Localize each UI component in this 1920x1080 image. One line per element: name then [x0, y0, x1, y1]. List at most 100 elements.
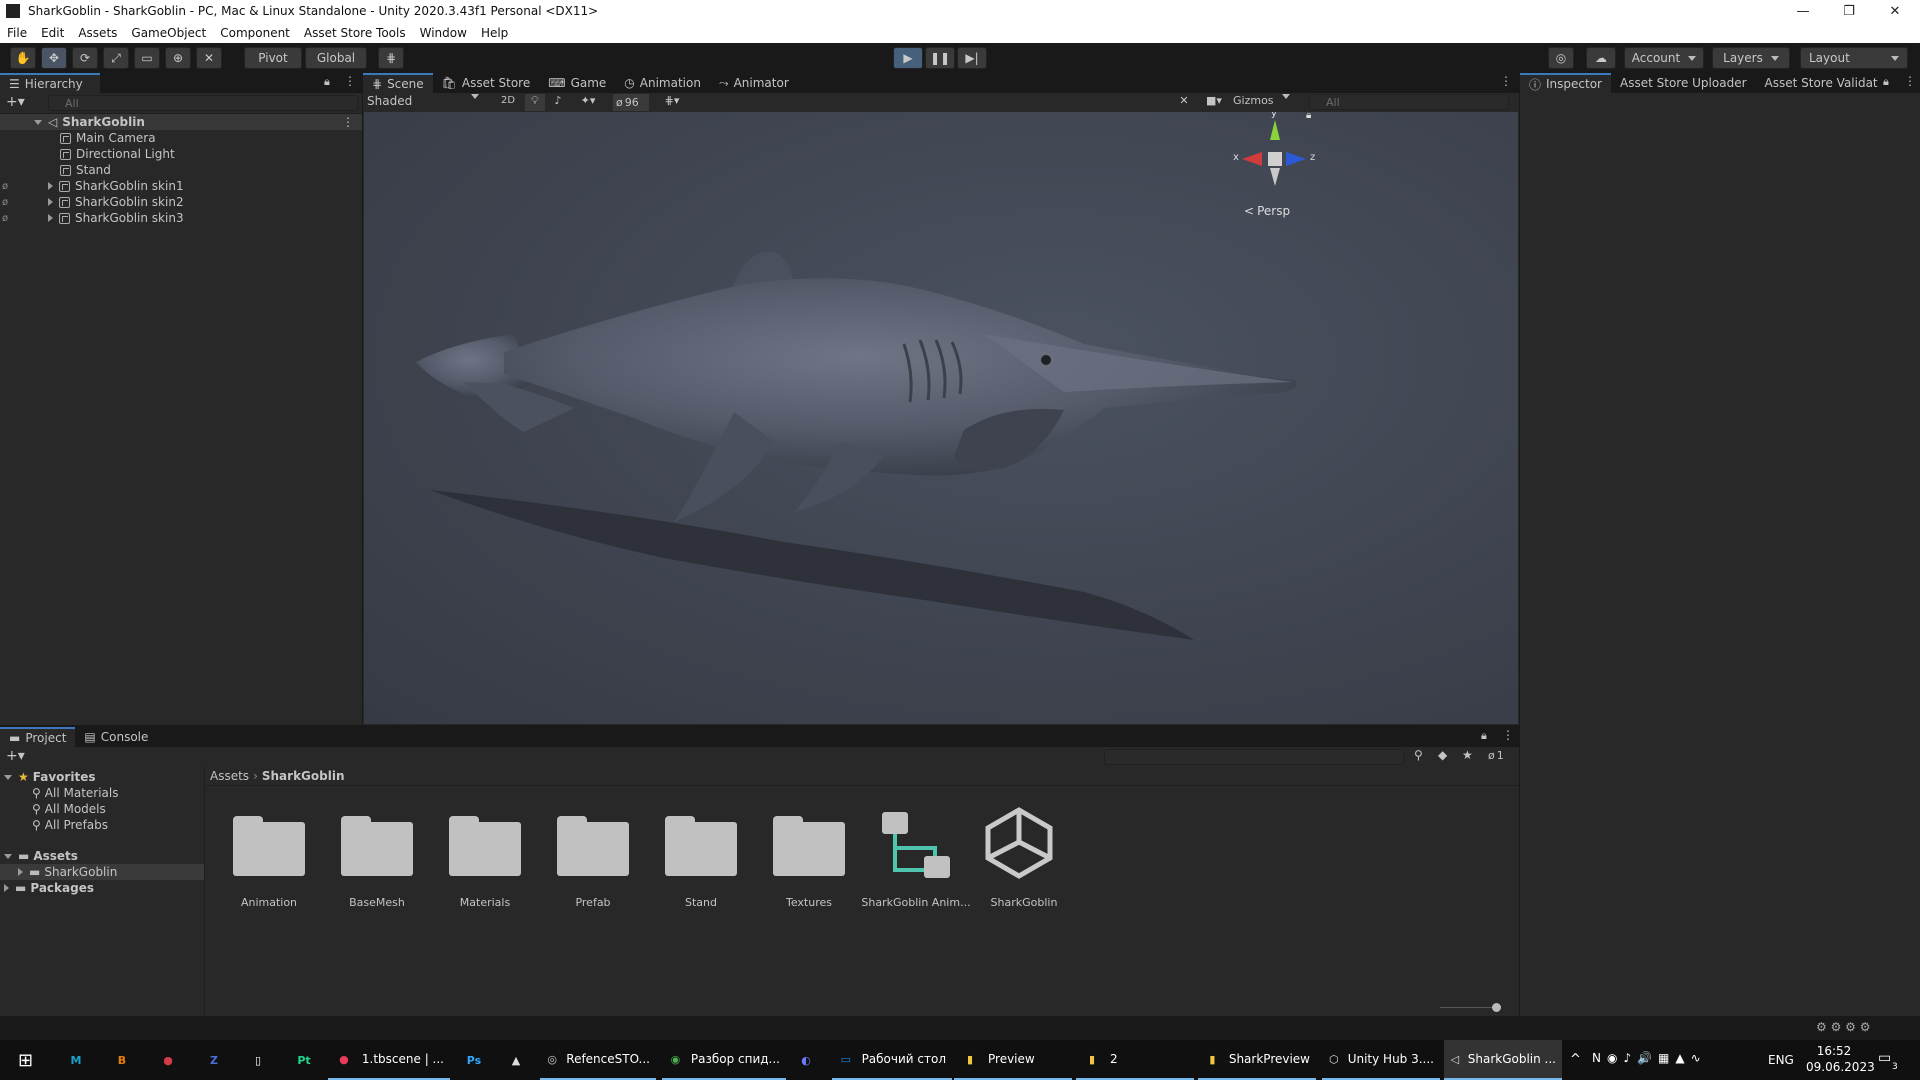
- persp-toggle[interactable]: < Persp: [1244, 204, 1290, 218]
- tab-project[interactable]: ▬ Project: [0, 727, 76, 747]
- lock-icon[interactable]: 🔒︎: [1883, 75, 1889, 89]
- taskbar-app[interactable]: Pt: [288, 1040, 322, 1080]
- taskbar-app[interactable]: ◎ RefenceSTO...: [540, 1040, 656, 1080]
- close-icon[interactable]: ✕: [1872, 0, 1918, 22]
- folder-icon[interactable]: [341, 816, 413, 876]
- folder-icon[interactable]: [773, 816, 845, 876]
- camera-dropdown-icon[interactable]: ■▾: [1199, 94, 1229, 107]
- scale-tool-icon[interactable]: ⤢: [103, 47, 129, 69]
- hierarchy-item[interactable]: ø SharkGoblin skin2: [0, 194, 184, 210]
- breadcrumb-assets[interactable]: Assets: [210, 769, 249, 783]
- layers-dropdown[interactable]: Layers: [1712, 47, 1790, 69]
- asset-label[interactable]: Textures: [754, 896, 864, 909]
- custom-tool-icon[interactable]: ✕: [196, 47, 222, 69]
- clock[interactable]: 16:52 09.06.2023: [1806, 1043, 1875, 1075]
- menu-help[interactable]: Help: [474, 26, 515, 40]
- expand-arrow-icon[interactable]: [48, 198, 53, 206]
- taskbar-app[interactable]: ▮ SharkPreview: [1198, 1040, 1316, 1080]
- asset-label[interactable]: SharkGoblin Anim...: [861, 896, 971, 909]
- taskbar-app[interactable]: B: [106, 1040, 140, 1080]
- visibility-hidden-icon[interactable]: ø: [0, 181, 48, 192]
- taskbar-app[interactable]: ⬡ Unity Hub 3....: [1322, 1040, 1440, 1080]
- more-menu-icon[interactable]: ⋮: [1500, 74, 1512, 88]
- add-object-button[interactable]: +▾: [6, 94, 25, 110]
- favorites-node[interactable]: ★ Favorites: [0, 769, 95, 785]
- notification-icon[interactable]: ▭: [1878, 1050, 1891, 1066]
- hand-tool-icon[interactable]: ✋: [10, 47, 36, 69]
- tab-asset-store-validator[interactable]: Asset Store Validat: [1756, 73, 1887, 93]
- hierarchy-item[interactable]: Stand: [0, 162, 111, 178]
- hierarchy-item[interactable]: Directional Light: [0, 146, 175, 162]
- layout-dropdown[interactable]: Layout: [1800, 47, 1908, 69]
- tray-chevron-icon[interactable]: ^: [1570, 1052, 1581, 1067]
- gizmo-lock-icon[interactable]: 🔒︎: [1306, 112, 1311, 121]
- global-toggle[interactable]: Global: [305, 47, 367, 69]
- animator-controller-icon[interactable]: [880, 810, 952, 882]
- hierarchy-search-input[interactable]: All: [48, 95, 358, 111]
- folder-icon[interactable]: [449, 816, 521, 876]
- favorite-item[interactable]: ⚲ All Models: [0, 801, 106, 817]
- expand-arrow-icon[interactable]: [4, 774, 12, 780]
- favorite-star-icon[interactable]: ★: [1462, 748, 1473, 762]
- account-dropdown[interactable]: Account: [1624, 47, 1704, 69]
- orientation-gizmo[interactable]: y x z 🔒︎: [1230, 112, 1320, 212]
- expand-arrow-icon[interactable]: [48, 182, 53, 190]
- menu-edit[interactable]: Edit: [34, 26, 71, 40]
- expand-arrow-icon[interactable]: [4, 884, 9, 892]
- taskbar-app[interactable]: ◐: [790, 1040, 824, 1080]
- audio-toggle-icon[interactable]: ♪: [549, 94, 567, 107]
- shading-dropdown[interactable]: Shaded: [367, 94, 483, 111]
- taskbar-app[interactable]: Z: [198, 1040, 232, 1080]
- lighting-toggle-icon[interactable]: 💡︎: [525, 94, 545, 111]
- tab-asset-store-uploader[interactable]: Asset Store Uploader: [1611, 73, 1756, 93]
- move-tool-icon[interactable]: ✥: [41, 47, 67, 69]
- folder-icon[interactable]: [557, 816, 629, 876]
- pause-button[interactable]: ❚❚: [925, 47, 955, 69]
- taskbar-app[interactable]: M: [60, 1040, 94, 1080]
- cloud-icon[interactable]: ☁: [1586, 47, 1616, 69]
- gizmos-dropdown[interactable]: Gizmos: [1233, 94, 1299, 107]
- tab-console[interactable]: ▤ Console: [75, 727, 157, 747]
- favorite-item[interactable]: ⚲ All Materials: [0, 785, 119, 801]
- filter-label-icon[interactable]: ◆: [1438, 748, 1447, 762]
- start-button[interactable]: ⊞: [12, 1040, 39, 1080]
- taskbar-app[interactable]: ▲: [500, 1040, 534, 1080]
- tab-animation[interactable]: ◷ Animation: [615, 73, 710, 93]
- hidden-packages-toggle[interactable]: ø1: [1488, 749, 1504, 762]
- breadcrumb-sharkgoblin[interactable]: SharkGoblin: [262, 769, 345, 783]
- menu-window[interactable]: Window: [413, 26, 474, 40]
- zoom-slider[interactable]: [1440, 1007, 1500, 1008]
- hidden-objects-toggle[interactable]: ø 96: [613, 94, 649, 111]
- scene-search-input[interactable]: All: [1309, 94, 1509, 110]
- transform-tool-icon[interactable]: ⊕: [165, 47, 191, 69]
- visibility-hidden-icon[interactable]: ø: [0, 213, 48, 224]
- rect-tool-icon[interactable]: ▭: [134, 47, 160, 69]
- scene-root-row[interactable]: ◁ SharkGoblin ⋮: [0, 114, 362, 130]
- asset-label[interactable]: Animation: [214, 896, 324, 909]
- effects-dropdown-icon[interactable]: ✦▾: [573, 94, 603, 107]
- scene-menu-icon[interactable]: ⋮: [342, 115, 354, 129]
- favorite-item[interactable]: ⚲ All Prefabs: [0, 817, 108, 833]
- asset-label[interactable]: Stand: [646, 896, 756, 909]
- minimize-icon[interactable]: —: [1780, 0, 1826, 22]
- asset-label[interactable]: SharkGoblin: [969, 896, 1079, 909]
- tab-hierarchy[interactable]: ☰ Hierarchy: [0, 73, 100, 93]
- mode-2d-button[interactable]: 2D: [497, 95, 519, 106]
- status-icons[interactable]: ⚙ ⚙ ⚙ ⚙: [1816, 1020, 1870, 1034]
- menu-assets[interactable]: Assets: [71, 26, 124, 40]
- expand-arrow-icon[interactable]: [34, 119, 42, 125]
- menu-asset-store-tools[interactable]: Asset Store Tools: [297, 26, 413, 40]
- filter-type-icon[interactable]: ⚲: [1414, 748, 1423, 762]
- expand-arrow-icon[interactable]: [48, 214, 53, 222]
- asset-label[interactable]: Prefab: [538, 896, 648, 909]
- step-button[interactable]: ▶|: [957, 47, 987, 69]
- folder-icon[interactable]: [233, 816, 305, 876]
- taskbar-app[interactable]: ▭ Рабочий стол: [832, 1040, 952, 1080]
- taskbar-app[interactable]: ◁ SharkGoblin ...: [1444, 1040, 1562, 1080]
- project-search-input[interactable]: [1104, 749, 1404, 765]
- folder-icon[interactable]: [665, 816, 737, 876]
- expand-arrow-icon[interactable]: [18, 868, 23, 876]
- taskbar-app[interactable]: Ps: [458, 1040, 492, 1080]
- packages-node[interactable]: ▬ Packages: [0, 880, 94, 896]
- tab-animator[interactable]: ⤳ Animator: [710, 73, 798, 93]
